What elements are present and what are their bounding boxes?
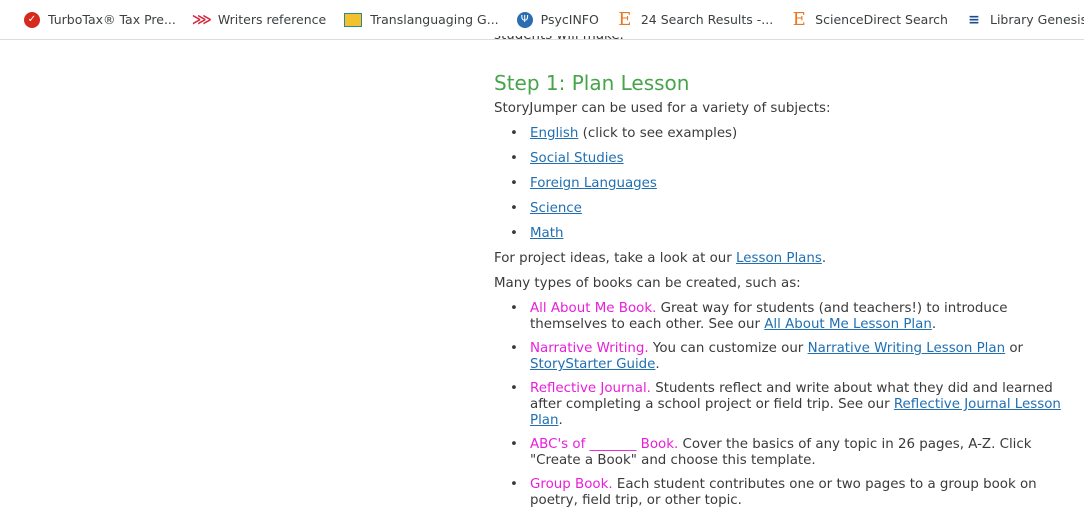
list-item: Reflective Journal. Students reflect and…	[510, 381, 1064, 429]
subjects-list: English (click to see examples) Social S…	[494, 126, 1064, 242]
bookmark-label: PsycINFO	[540, 12, 599, 27]
subject-link-english[interactable]: English	[530, 126, 578, 141]
book-types-list: All About Me Book. Great way for student…	[494, 301, 1064, 509]
bookmark-turbotax[interactable]: ✓ TurboTax® Tax Pre...	[24, 11, 176, 28]
step-heading: Step 1: Plan Lesson	[494, 71, 690, 95]
bookmark-sciencedirect[interactable]: E ScienceDirect Search	[791, 9, 948, 30]
bookmark-label: Writers reference	[217, 12, 327, 27]
turbotax-icon: ✓	[24, 11, 40, 28]
bookmark-search-results[interactable]: E 24 Search Results -...	[617, 9, 774, 30]
bookmark-label: Library Genesis	[989, 12, 1084, 27]
subject-link-math[interactable]: Math	[530, 226, 564, 241]
subjects-intro: StoryJumper can be used for a variety of…	[494, 101, 831, 116]
project-ideas-text: For project ideas, take a look at our Le…	[494, 251, 1064, 267]
bookmark-label: ScienceDirect Search	[815, 12, 948, 27]
list-item: Narrative Writing. You can customize our…	[510, 341, 1064, 373]
bookmark-writers-reference[interactable]: ⋙ Writers reference	[191, 11, 327, 28]
storystarter-guide-link[interactable]: StoryStarter Guide	[530, 357, 655, 372]
list-item: Science	[510, 201, 1064, 217]
bookmark-library-genesis[interactable]: ≡ Library Genesis	[966, 12, 1084, 28]
translanguaging-icon	[344, 12, 363, 27]
book-type-title: Narrative Writing.	[530, 341, 649, 356]
book-types-intro: Many types of books can be created, such…	[494, 276, 801, 291]
lesson-plans-link[interactable]: Lesson Plans	[736, 251, 822, 266]
list-item: Math	[510, 226, 1064, 242]
bookmark-label: 24 Search Results -...	[640, 12, 774, 27]
cut-off-text: students will make.	[494, 36, 1064, 44]
subject-note: (click to see examples)	[578, 126, 738, 141]
psycinfo-icon: Ψ	[516, 11, 533, 28]
narrative-writing-lesson-plan-link[interactable]: Narrative Writing Lesson Plan	[808, 341, 1006, 356]
all-about-me-lesson-plan-link[interactable]: All About Me Lesson Plan	[764, 317, 932, 332]
connector-text: or	[1005, 341, 1024, 356]
ebsco-e-icon: E	[792, 9, 806, 30]
sentence-end: .	[931, 317, 937, 332]
bookmark-psycinfo[interactable]: Ψ PsycINFO	[516, 11, 599, 28]
main-content: students will make. Step 1: Plan Lesson …	[494, 28, 1064, 517]
sentence-end: .	[655, 357, 660, 372]
list-item: ABC's of _______ Book. Cover the basics …	[510, 437, 1064, 469]
subject-link-foreign-languages[interactable]: Foreign Languages	[530, 176, 657, 191]
list-item: Group Book. Each student contributes one…	[510, 477, 1064, 509]
sentence-end: .	[558, 413, 563, 428]
writers-reference-icon: ⋙	[191, 11, 212, 28]
list-item: All About Me Book. Great way for student…	[510, 301, 1064, 333]
project-ideas-suffix: .	[821, 251, 827, 266]
bookmark-translanguaging[interactable]: Translanguaging G...	[344, 12, 499, 27]
subject-link-social-studies[interactable]: Social Studies	[530, 151, 624, 166]
project-ideas-prefix: For project ideas, take a look at our	[494, 251, 737, 266]
bookmark-label: Translanguaging G...	[370, 12, 499, 27]
book-type-title: Group Book.	[530, 477, 613, 492]
list-item: Foreign Languages	[510, 176, 1064, 192]
subject-link-science[interactable]: Science	[530, 201, 582, 216]
book-type-title: Reflective Journal.	[530, 381, 651, 396]
book-type-text: You can customize our	[648, 341, 808, 356]
list-item: English (click to see examples)	[510, 126, 1064, 142]
book-type-title: All About Me Book.	[530, 301, 657, 316]
list-item: Social Studies	[510, 151, 1064, 167]
bookmark-label: TurboTax® Tax Pre...	[48, 12, 176, 27]
ebsco-e-icon: E	[618, 9, 632, 30]
library-genesis-icon: ≡	[968, 11, 980, 28]
book-type-title: ABC's of _______ Book.	[530, 437, 679, 452]
